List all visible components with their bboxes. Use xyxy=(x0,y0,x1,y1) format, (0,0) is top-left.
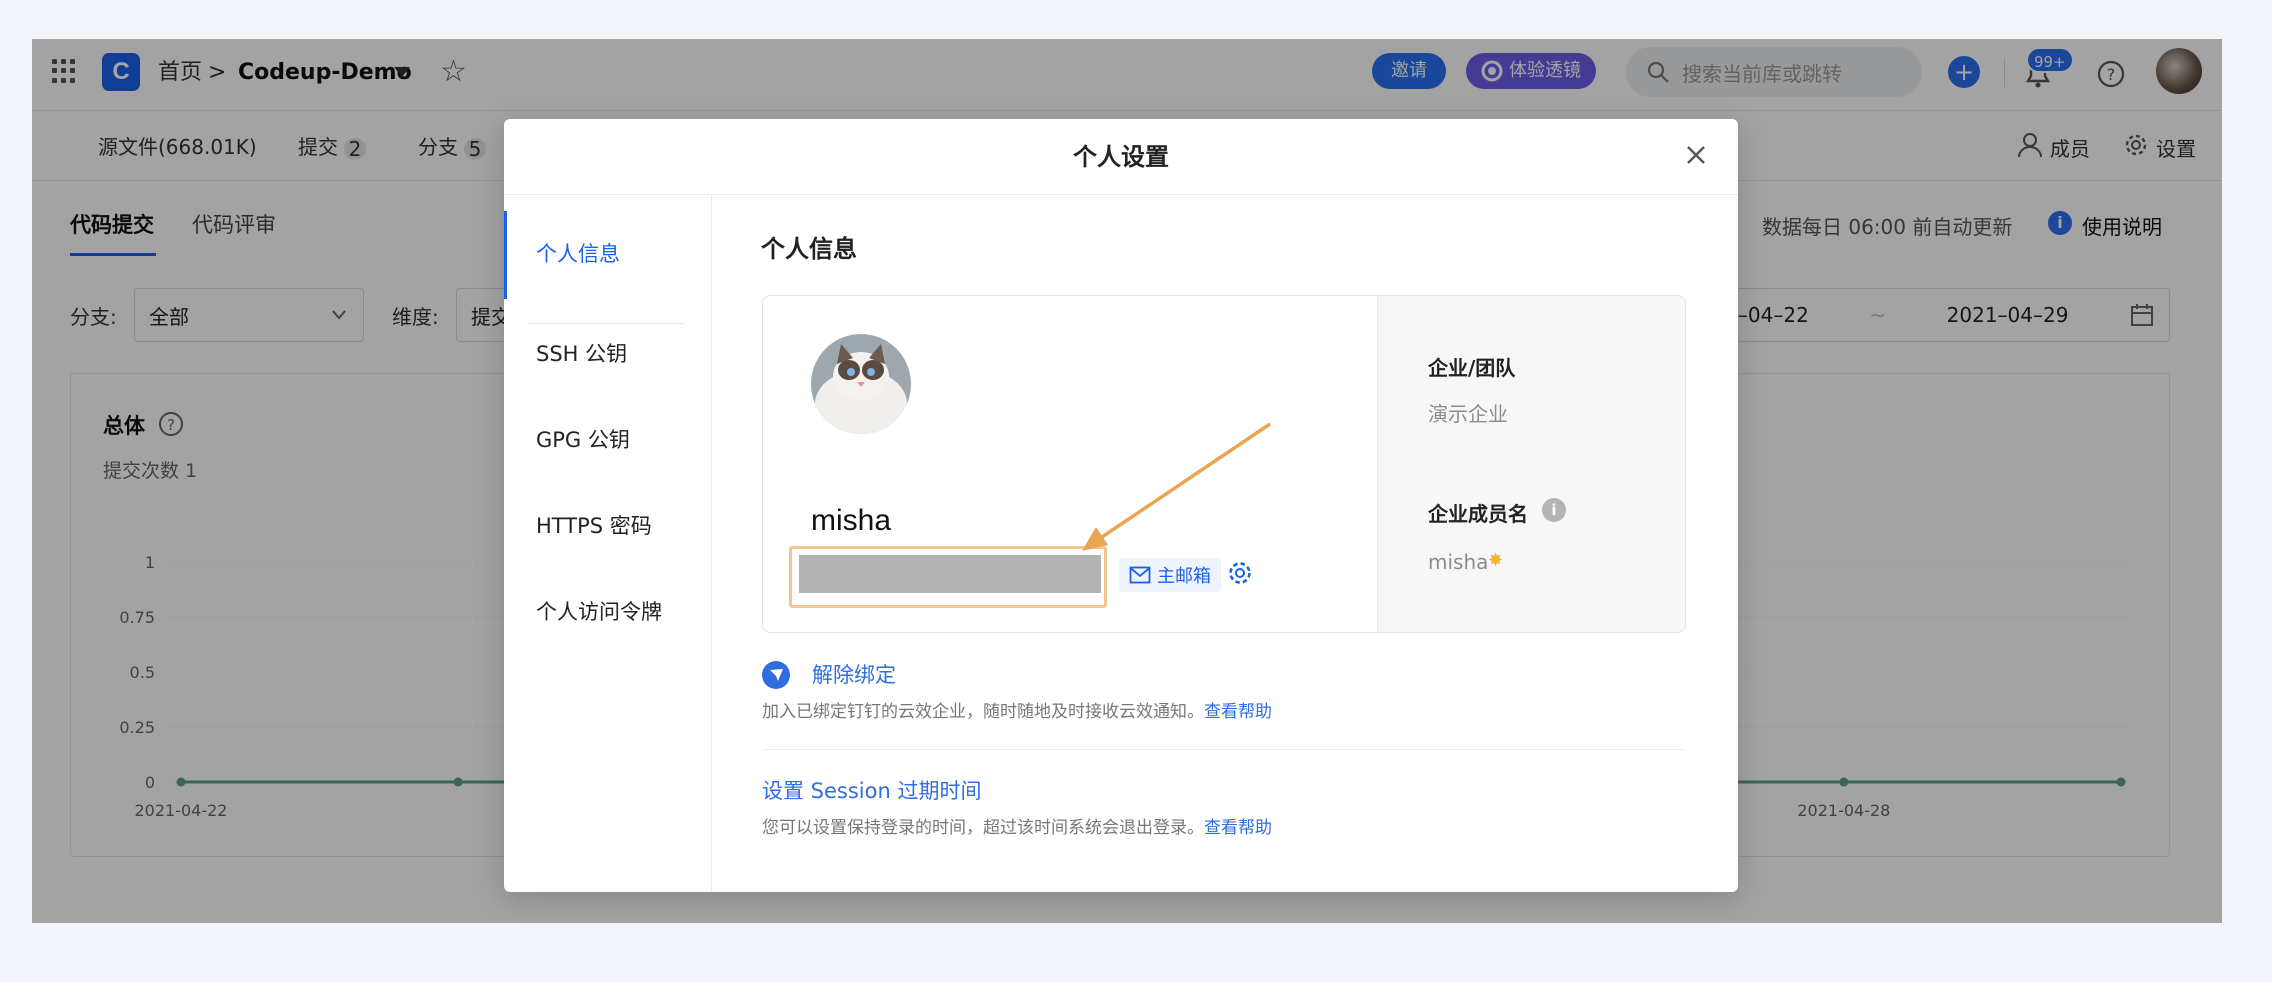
menu-item-gpg-key[interactable]: GPG 公钥 xyxy=(536,425,630,455)
menu-item-access-token[interactable]: 个人访问令牌 xyxy=(536,597,662,627)
settings-side-menu: 个人信息 SSH 公钥 GPG 公钥 HTTPS 密码 个人访问令牌 xyxy=(504,195,712,892)
personal-settings-dialog: 个人设置 个人信息 SSH 公钥 GPG 公钥 HTTPS 密码 个人访问令牌 … xyxy=(504,119,1738,892)
menu-divider xyxy=(528,323,684,324)
profile-username: misha xyxy=(811,504,892,537)
unbind-description-text: 加入已绑定钉钉的云效企业，随时随地及时接收云效通知。 xyxy=(762,702,1204,722)
dingtalk-icon xyxy=(762,661,790,689)
member-name-info-icon[interactable]: i xyxy=(1542,498,1566,522)
primary-email-tag: 主邮箱 xyxy=(1119,558,1221,592)
org-label: 企业/团队 xyxy=(1428,356,1516,380)
masked-email xyxy=(799,555,1101,593)
session-description: 您可以设置保持登录的时间，超过该时间系统会退出登录。查看帮助 xyxy=(762,813,1272,838)
menu-item-ssh-key[interactable]: SSH 公钥 xyxy=(536,339,627,369)
menu-item-https-password[interactable]: HTTPS 密码 xyxy=(536,511,652,541)
session-description-text: 您可以设置保持登录的时间，超过该时间系统会退出登录。 xyxy=(762,818,1204,838)
member-name-value: misha xyxy=(1428,550,1489,574)
sparkle-icon: ✸ xyxy=(1488,550,1504,571)
unbind-description: 加入已绑定钉钉的云效企业，随时随地及时接收云效通知。查看帮助 xyxy=(762,697,1272,722)
profile-avatar[interactable] xyxy=(811,334,911,434)
org-value: 演示企业 xyxy=(1428,402,1508,426)
email-settings-gear-icon[interactable] xyxy=(1225,558,1255,588)
org-info-panel: 企业/团队 演示企业 企业成员名 i misha ✸ xyxy=(1377,296,1685,632)
dialog-title: 个人设置 xyxy=(1073,143,1169,171)
profile-card: misha 主邮箱 企业/团队 演示企业 企业成员名 i misha ✸ xyxy=(762,295,1686,633)
unbind-link[interactable]: 解除绑定 xyxy=(812,659,896,689)
menu-item-personal-info[interactable]: 个人信息 xyxy=(536,239,620,269)
dialog-header: 个人设置 xyxy=(504,119,1738,195)
cat-avatar-icon xyxy=(811,334,911,434)
unbind-help-link[interactable]: 查看帮助 xyxy=(1204,702,1272,722)
active-menu-indicator xyxy=(504,211,507,299)
mail-icon xyxy=(1129,566,1151,584)
email-highlight-box xyxy=(789,546,1107,608)
section-divider xyxy=(762,749,1686,750)
member-name-label: 企业成员名 xyxy=(1428,502,1528,526)
primary-email-label: 主邮箱 xyxy=(1157,566,1211,587)
section-title: 个人信息 xyxy=(761,235,857,263)
session-help-link[interactable]: 查看帮助 xyxy=(1204,818,1272,838)
close-icon[interactable] xyxy=(1676,135,1716,175)
session-expiry-link[interactable]: 设置 Session 过期时间 xyxy=(762,775,981,805)
